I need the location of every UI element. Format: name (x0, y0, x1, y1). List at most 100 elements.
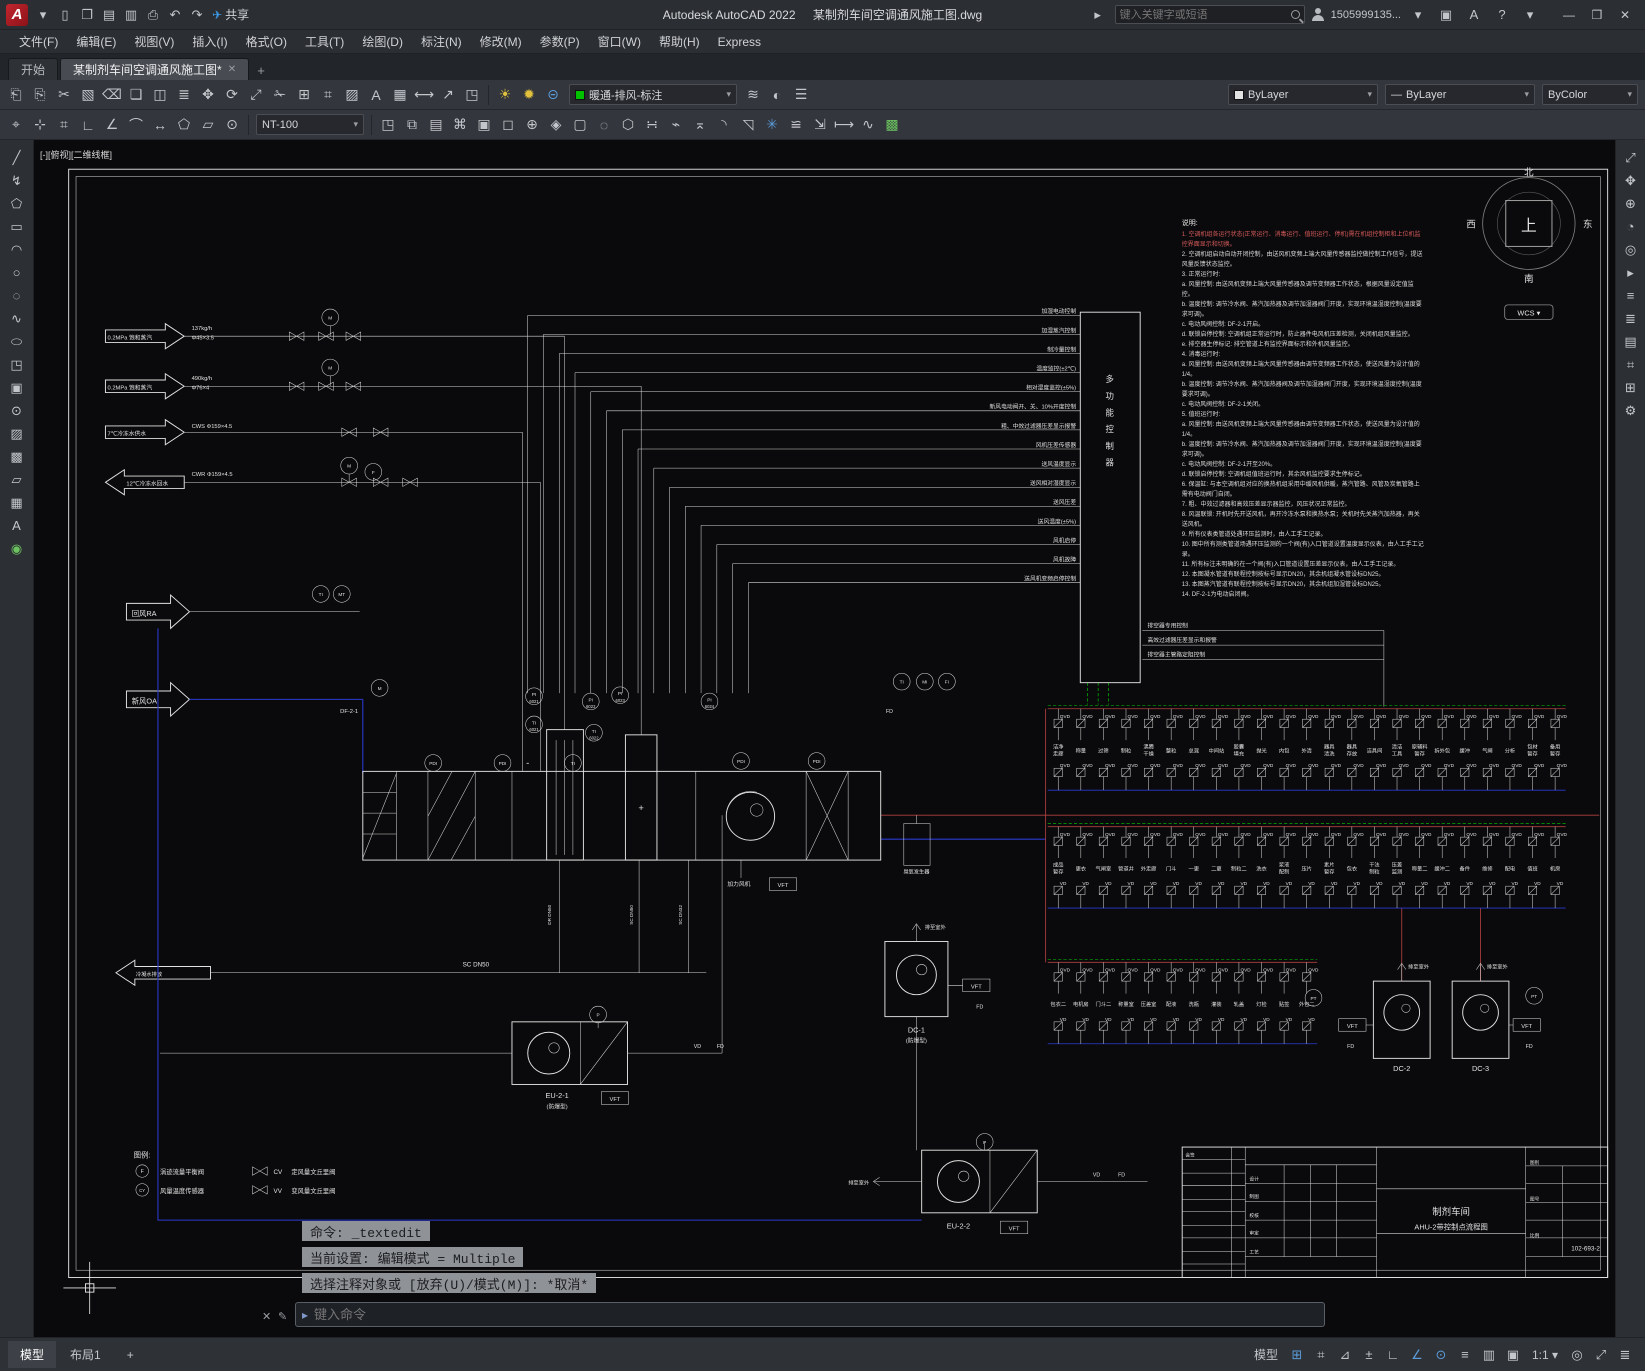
command-input-bar[interactable]: ▸ (295, 1302, 1325, 1327)
grid-tool-icon[interactable]: ⌗ (52, 113, 76, 137)
break-icon[interactable]: ⌁ (664, 113, 688, 137)
xref-icon[interactable]: ⧉ (400, 113, 424, 137)
ortho-icon[interactable]: ∟ (76, 113, 100, 137)
help-icon[interactable]: ? (1491, 4, 1513, 26)
match-properties-icon[interactable]: ▧ (76, 83, 100, 107)
ortho-mode-icon[interactable]: ∟ (1381, 1343, 1405, 1367)
base-point-icon[interactable]: ⊕ (520, 113, 544, 137)
spline-icon[interactable]: ∿ (5, 307, 29, 330)
chamfer-icon[interactable]: ◹ (736, 113, 760, 137)
erase-icon[interactable]: ⌫ (100, 83, 124, 107)
model-space-canvas[interactable]: [-][俯视][二维线框] 上 北 南 西 东 WCS ▾ 0.2MPa 饱和蒸… (34, 140, 1615, 1337)
save-icon[interactable]: ▤ (98, 4, 120, 26)
viewcube-east[interactable]: 东 (1583, 219, 1592, 230)
layer-on-bulb-icon[interactable]: ☀ (493, 83, 517, 107)
layer-properties-icon[interactable]: ≋ (741, 83, 765, 107)
customize-icon[interactable]: ≣ (1613, 1343, 1637, 1367)
insert-block-icon[interactable]: ◳ (5, 353, 29, 376)
command-input[interactable] (314, 1307, 1318, 1322)
zoom-extents-icon[interactable]: ⊕ (1619, 192, 1643, 215)
transparency-icon[interactable]: ▥ (1477, 1343, 1501, 1367)
measure-icon[interactable]: ⌗ (316, 83, 340, 107)
lengthen-icon[interactable]: ⟼ (832, 113, 856, 137)
selection-cycling-icon[interactable]: ▣ (1501, 1343, 1525, 1367)
polar-icon[interactable]: ∠ (100, 113, 124, 137)
menu-item-10[interactable]: 窗口(W) (589, 30, 650, 53)
text-tool-icon[interactable]: A (364, 83, 388, 107)
layer-dropdown[interactable]: 暖通-排风-标注 ▾ (569, 84, 737, 105)
help-caret-icon[interactable]: ▾ (1519, 4, 1541, 26)
user-id[interactable]: 1505999135... (1331, 9, 1401, 21)
orbit-icon[interactable]: ◔ (1619, 215, 1643, 238)
menu-item-7[interactable]: 标注(N) (412, 30, 471, 53)
color-indicator-icon[interactable]: ◉ (5, 537, 29, 560)
arc-icon[interactable]: ◠ (5, 238, 29, 261)
menu-item-5[interactable]: 工具(T) (296, 30, 353, 53)
trim-icon[interactable]: ✁ (268, 83, 292, 107)
menu-item-8[interactable]: 修改(M) (471, 30, 531, 53)
join-icon[interactable]: ⌅ (688, 113, 712, 137)
object-snap-icon[interactable]: ⊹ (28, 113, 52, 137)
stretch-icon[interactable]: ⇲ (808, 113, 832, 137)
menu-item-6[interactable]: 绘图(D) (353, 30, 412, 53)
undo-icon[interactable]: ↶ (164, 4, 186, 26)
area-tool-icon[interactable]: ⬠ (172, 113, 196, 137)
rotate-icon[interactable]: ⟳ (220, 83, 244, 107)
grid-display-icon[interactable]: ⊞ (1619, 376, 1643, 399)
fullscreen-icon[interactable]: ⤢ (1619, 146, 1643, 169)
layer-lock-icon[interactable]: ⊝ (541, 83, 565, 107)
dimension-icon[interactable]: ⟷ (412, 83, 436, 107)
cut-icon[interactable]: ✂ (52, 83, 76, 107)
nav-bar-icon[interactable]: ≡ (1619, 284, 1643, 307)
scale-icon[interactable]: ⤢ (244, 83, 268, 107)
user-avatar-icon[interactable] (1311, 7, 1325, 22)
redo-icon[interactable]: ↷ (186, 4, 208, 26)
lineweight-display-icon[interactable]: ≡ (1453, 1343, 1477, 1367)
polyline-icon[interactable]: ↯ (5, 169, 29, 192)
line-icon[interactable]: ╱ (5, 146, 29, 169)
distance-icon[interactable]: ↔ (148, 113, 172, 137)
menu-item-11[interactable]: 帮助(H) (650, 30, 709, 53)
ungroup-icon[interactable]: ◻ (496, 113, 520, 137)
ellipse-icon[interactable]: ⬭ (5, 330, 29, 353)
insert-block-icon[interactable]: ◳ (376, 113, 400, 137)
table-icon[interactable]: ▦ (388, 83, 412, 107)
region-icon[interactable]: ▱ (5, 468, 29, 491)
autocad-logo-icon[interactable]: A (6, 3, 28, 26)
share-button[interactable]: ✈ 共享 (212, 6, 249, 23)
object-color-dropdown[interactable]: ByLayer ▾ (1228, 84, 1378, 105)
wipeout-icon[interactable]: ▢ (568, 113, 592, 137)
point-icon[interactable]: ⊙ (5, 399, 29, 422)
show-motion-icon[interactable]: ▸ (1619, 261, 1643, 284)
ucs-icon[interactable]: ⌖ (4, 113, 28, 137)
paste-icon[interactable]: ⎗ (4, 83, 28, 107)
hatch-icon[interactable]: ▨ (340, 83, 364, 107)
steering-wheel-icon[interactable]: ◎ (1619, 238, 1643, 261)
wcs-badge[interactable]: WCS ▾ (1504, 304, 1554, 320)
edit-polyline-icon[interactable]: ∿ (856, 113, 880, 137)
search-icon[interactable] (1290, 10, 1300, 19)
model-tab[interactable]: 模型 (8, 1341, 57, 1368)
hatch-icon[interactable]: ▨ (5, 422, 29, 445)
command-close-icon[interactable]: ✕ (262, 1310, 271, 1323)
pan-icon[interactable]: ✥ (1619, 169, 1643, 192)
leader-icon[interactable]: ↗ (436, 83, 460, 107)
menu-item-4[interactable]: 格式(O) (237, 30, 296, 53)
infer-constraints-icon[interactable]: ⊿ (1333, 1343, 1357, 1367)
new-file-icon[interactable]: ▯ (54, 4, 76, 26)
add-layout-button[interactable]: + (115, 1343, 146, 1367)
close-icon[interactable]: ✕ (1611, 4, 1639, 26)
search-box[interactable] (1114, 5, 1305, 24)
menu-item-3[interactable]: 插入(I) (183, 30, 236, 53)
viewport-controls[interactable]: [-][俯视][二维线框] (40, 148, 112, 161)
command-customize-icon[interactable]: ✎ (278, 1310, 287, 1323)
lineweight-dropdown[interactable]: ByColor ▾ (1542, 84, 1638, 105)
explode-icon[interactable]: ✳ (760, 113, 784, 137)
tab-close-icon[interactable]: ✕ (228, 64, 236, 75)
viewcube-south[interactable]: 南 (1524, 273, 1533, 284)
dynamic-input-icon[interactable]: ± (1357, 1343, 1381, 1367)
field-icon[interactable]: ⌘ (448, 113, 472, 137)
layer-isolate-icon[interactable]: ☰ (789, 83, 813, 107)
circle-icon[interactable]: ○ (5, 261, 29, 284)
make-block-icon[interactable]: ▣ (5, 376, 29, 399)
